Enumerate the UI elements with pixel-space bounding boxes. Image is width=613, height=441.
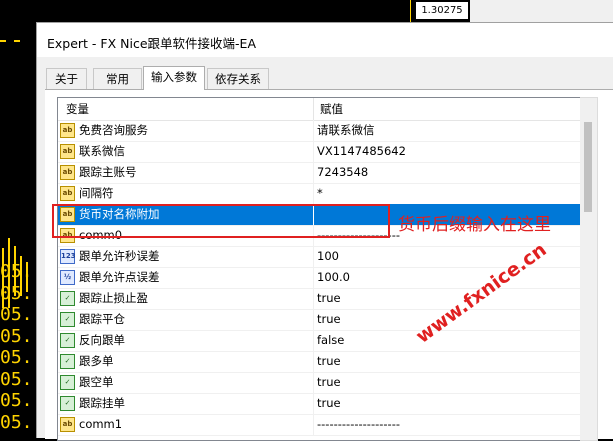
- tab-common[interactable]: 常用: [93, 68, 142, 89]
- parameter-name: 跟多单: [79, 354, 114, 368]
- parameter-value[interactable]: true: [317, 393, 341, 414]
- bool-icon: ✓: [60, 333, 75, 348]
- string-icon: ab: [60, 165, 75, 180]
- double-icon: ½: [60, 270, 75, 285]
- parameter-value[interactable]: true: [317, 372, 341, 393]
- row-separator: [313, 414, 314, 435]
- parameter-name: 跟空单: [79, 375, 114, 389]
- parameter-name: 跟踪主账号: [79, 165, 137, 179]
- row-separator: [313, 120, 314, 141]
- row-separator: [313, 267, 314, 288]
- row-separator: [313, 393, 314, 414]
- parameter-row[interactable]: ✓ 跟多单 true: [58, 351, 581, 373]
- parameter-value[interactable]: false: [317, 330, 344, 351]
- tab-inputs[interactable]: 输入参数: [143, 66, 205, 90]
- column-header-variable[interactable]: 变量: [66, 98, 89, 120]
- parameter-name: 间隔符: [79, 186, 114, 200]
- parameter-value[interactable]: true: [317, 288, 341, 309]
- tab-dependencies[interactable]: 依存关系: [207, 68, 269, 89]
- parameter-value[interactable]: *: [317, 183, 323, 204]
- parameter-name: 跟踪挂单: [79, 396, 125, 410]
- chart-dash: [14, 40, 20, 42]
- parameter-name: comm1: [79, 417, 123, 431]
- parameter-value[interactable]: 100.0: [317, 267, 350, 288]
- grid-header: 变量 赋值: [58, 98, 581, 121]
- row-separator: [313, 330, 314, 351]
- parameter-value[interactable]: --------------------: [317, 414, 400, 435]
- parameter-row[interactable]: ab 间隔符 *: [58, 183, 581, 205]
- row-separator: [313, 309, 314, 330]
- row-separator: [313, 372, 314, 393]
- string-icon: ab: [60, 123, 75, 138]
- bool-icon: ✓: [60, 354, 75, 369]
- chart-vertical-line: [410, 0, 411, 22]
- parameter-row[interactable]: ab 联系微信 VX1147485642: [58, 141, 581, 163]
- parameter-name: 免费咨询服务: [79, 123, 148, 137]
- row-separator: [313, 141, 314, 162]
- string-icon: ab: [60, 186, 75, 201]
- chart-dash: [0, 40, 6, 42]
- tab-bar: 关于 常用 输入参数 依存关系: [45, 66, 613, 90]
- parameter-name: 联系微信: [79, 144, 125, 158]
- bool-icon: ✓: [60, 291, 75, 306]
- row-separator: [313, 351, 314, 372]
- parameter-value[interactable]: 7243548: [317, 162, 368, 183]
- parameter-name: 跟单允许秒误差: [79, 249, 160, 263]
- parameter-row[interactable]: ab 跟踪主账号 7243548: [58, 162, 581, 184]
- parameter-name: 反向跟单: [79, 333, 125, 347]
- window-title: Expert - FX Nice跟单软件接收端-EA: [47, 36, 256, 51]
- parameter-name: 跟单允许点误差: [79, 270, 160, 284]
- parameter-value[interactable]: true: [317, 309, 341, 330]
- row-separator: [313, 288, 314, 309]
- row-separator: [313, 246, 314, 267]
- parameter-row[interactable]: ab 免费咨询服务 请联系微信: [58, 120, 581, 142]
- parameter-value[interactable]: true: [317, 351, 341, 372]
- column-header-value[interactable]: 赋值: [320, 98, 343, 120]
- scrollbar-thumb[interactable]: [584, 122, 592, 212]
- parameter-name: 跟踪平仓: [79, 312, 125, 326]
- vertical-scrollbar[interactable]: [580, 97, 598, 441]
- tab-about[interactable]: 关于: [46, 68, 87, 89]
- parameter-row[interactable]: ✓ 跟踪挂单 true: [58, 393, 581, 415]
- row-separator: [313, 183, 314, 204]
- parameter-row[interactable]: ✓ 跟踪平仓 true: [58, 309, 581, 331]
- parameter-value[interactable]: 100: [317, 246, 339, 267]
- parameter-value[interactable]: VX1147485642: [317, 141, 406, 162]
- parameter-row[interactable]: ✓ 反向跟单 false: [58, 330, 581, 352]
- int-icon: 123: [60, 249, 76, 264]
- parameter-name: 跟踪止损止盈: [79, 291, 148, 305]
- string-icon: ab: [60, 417, 75, 432]
- window-titlebar[interactable]: Expert - FX Nice跟单软件接收端-EA: [37, 23, 613, 57]
- annotation-text: 货币后缀输入在这里: [398, 215, 551, 235]
- bool-icon: ✓: [60, 396, 75, 411]
- parameter-row[interactable]: ✓ 跟空单 true: [58, 372, 581, 394]
- parameter-row[interactable]: ab comm1 --------------------: [58, 414, 581, 436]
- highlight-box: [52, 204, 390, 238]
- price-tag: 1.30275: [416, 2, 468, 19]
- string-icon: ab: [60, 144, 75, 159]
- column-separator[interactable]: [313, 98, 314, 120]
- bool-icon: ✓: [60, 375, 75, 390]
- parameter-value[interactable]: 请联系微信: [317, 120, 375, 141]
- bool-icon: ✓: [60, 312, 75, 327]
- row-separator: [313, 162, 314, 183]
